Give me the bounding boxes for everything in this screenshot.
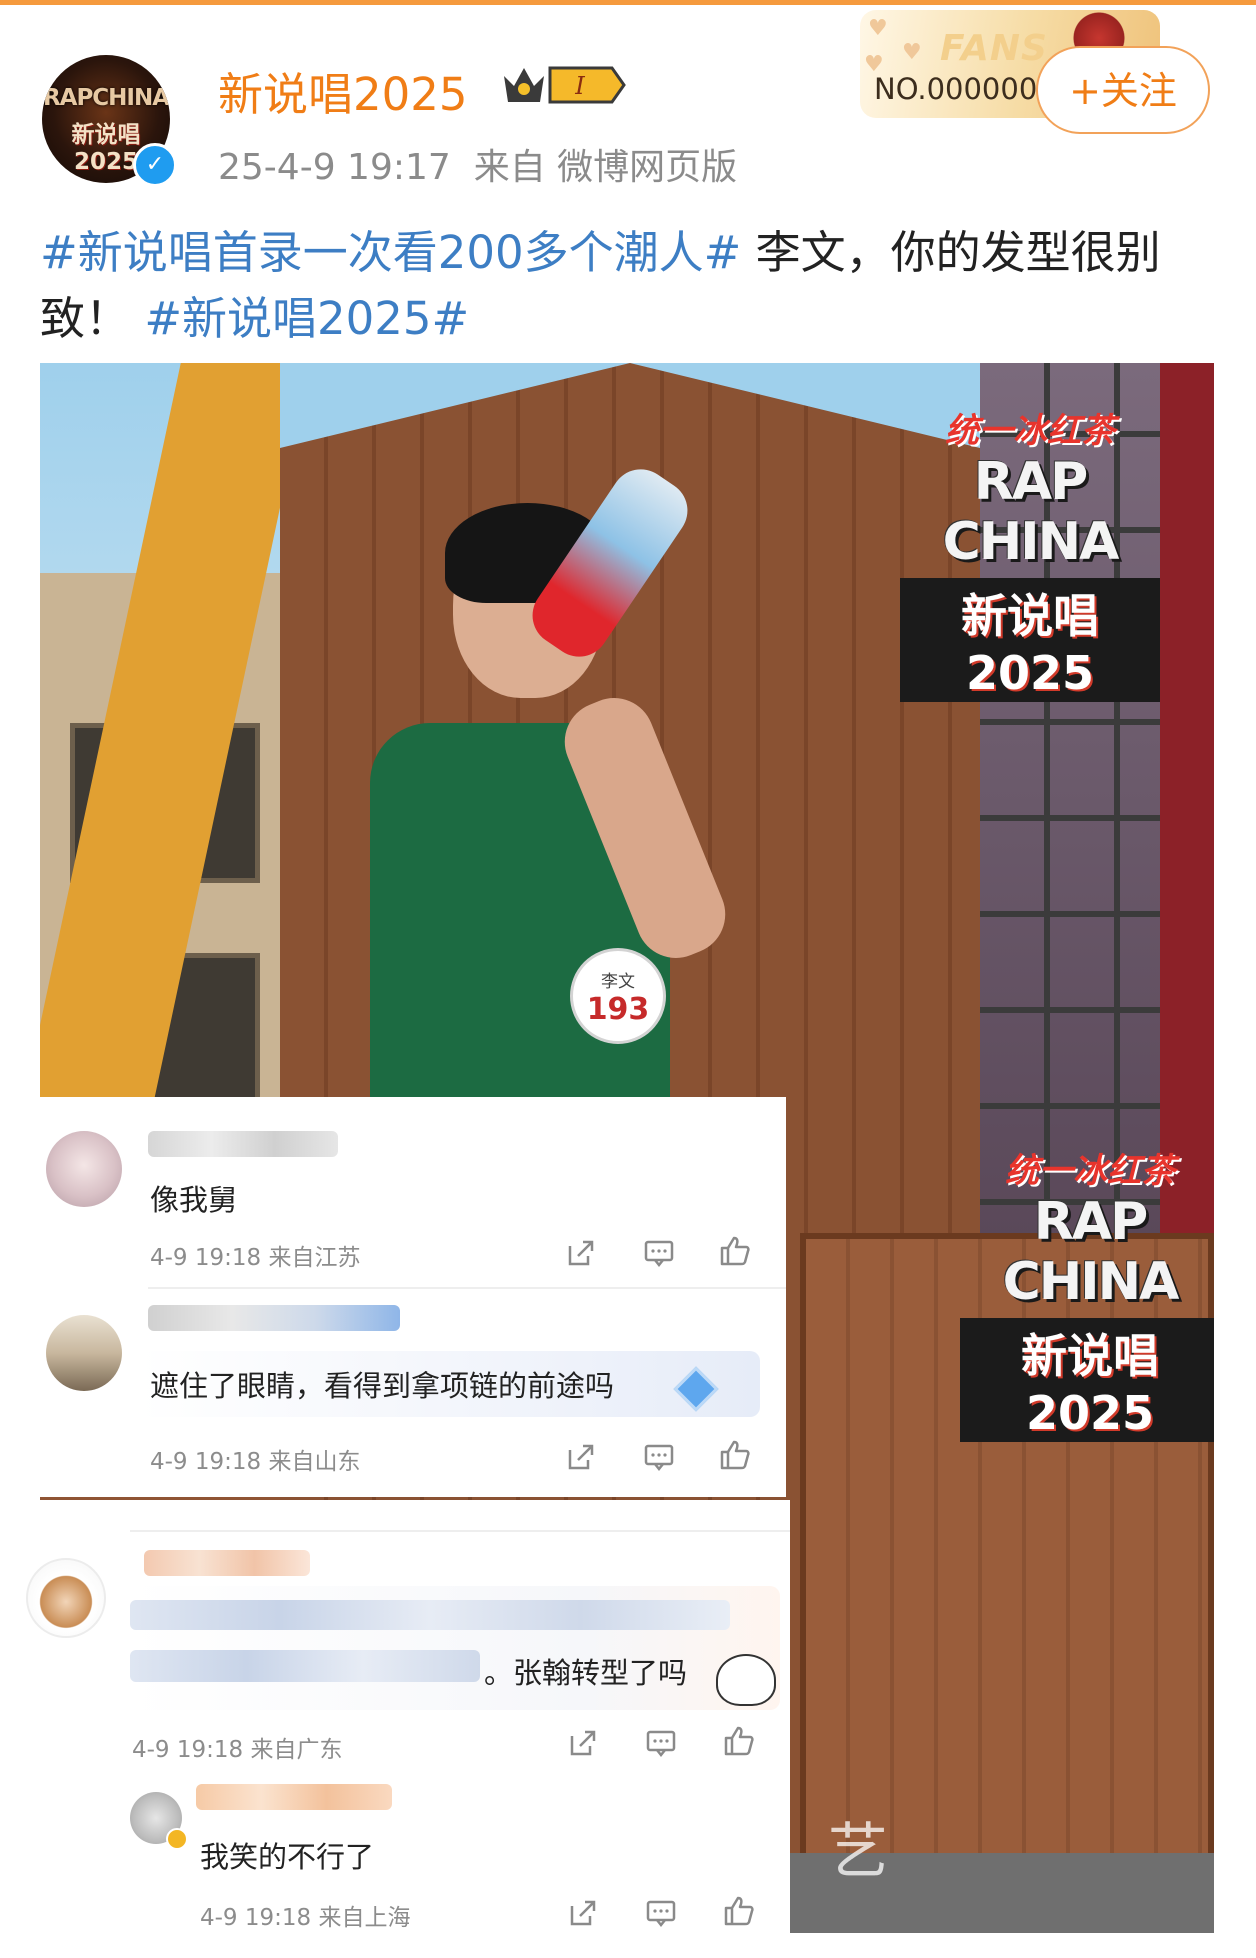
mascot-icon <box>1068 10 1130 50</box>
commenter-avatar[interactable] <box>46 1315 122 1391</box>
sponsor-logo: 统一冰红茶 <box>945 411 1115 451</box>
crown-level-text: I <box>574 72 585 100</box>
contestant-number-tag: 李文 193 <box>570 948 666 1044</box>
share-icon[interactable] <box>566 1726 600 1760</box>
sponsor-logo: 统一冰红茶 <box>1005 1151 1175 1191</box>
show-logo-cn: 新说唱2025 <box>960 1318 1214 1442</box>
comment-text: 遮住了眼睛，看得到拿项链的前途吗 <box>150 1369 615 1403</box>
comment-divider <box>130 1530 790 1532</box>
show-logo-rap: RAP CHINA <box>1002 1192 1180 1312</box>
comment-icon[interactable] <box>642 1440 676 1474</box>
avatar-logo-top: RAPCHINA <box>42 85 170 111</box>
commenter-avatar[interactable] <box>26 1558 106 1638</box>
comment-text: 我笑的不行了 <box>200 1840 375 1874</box>
commenter-name-blurred <box>144 1550 310 1576</box>
comment-time: 4-9 19:18 <box>150 1449 262 1475</box>
contestant-name: 李文 <box>601 972 635 992</box>
account-name[interactable]: 新说唱2025 <box>218 58 468 123</box>
comment-time: 4-9 19:18 <box>150 1245 262 1271</box>
post-source: 来自 微博网页版 <box>473 147 738 188</box>
hashtag-link[interactable]: #新说唱2025# <box>144 292 469 345</box>
comment-location: 来自上海 <box>318 1905 411 1931</box>
fans-label: FANS <box>940 28 1048 69</box>
heart-icon: ♥ <box>868 16 888 41</box>
post-meta: 25-4-9 19:17 来自 微博网页版 <box>218 138 737 190</box>
show-logo-rap: RAP CHINA <box>942 452 1120 572</box>
comment-text: 像我舅 <box>150 1183 238 1217</box>
comment-text-blurred <box>130 1650 480 1682</box>
show-logo: 统一冰红茶 RAP CHINA 新说唱2025 <box>900 403 1160 702</box>
comment-meta: 4-9 19:18 来自江苏 <box>150 1238 360 1272</box>
comment-time: 4-9 19:18 <box>132 1737 244 1763</box>
show-logo-cn: 新说唱2025 <box>900 578 1160 702</box>
show-logo: 统一冰红茶 RAP CHINA 新说唱2025 <box>960 1143 1214 1442</box>
commenter-name-blurred <box>196 1784 392 1810</box>
like-icon[interactable] <box>718 1438 752 1472</box>
hashtag-link[interactable]: #新说唱首录一次看200多个潮人# <box>40 226 741 279</box>
comment-text-blurred <box>130 1600 730 1630</box>
post-timestamp: 25-4-9 19:17 <box>218 147 451 188</box>
comment-screenshot-1: 像我舅 4-9 19:18 来自江苏 遮住了眼睛，看得到拿项链的前途吗 4-9 … <box>40 1097 786 1497</box>
like-icon[interactable] <box>718 1234 752 1268</box>
share-icon[interactable] <box>564 1440 598 1474</box>
comment-location: 来自山东 <box>268 1449 361 1475</box>
comment-icon[interactable] <box>644 1896 678 1930</box>
watermark-text: 艺 <box>828 1817 888 1887</box>
comment-divider <box>148 1287 786 1289</box>
verified-badge-icon <box>166 1828 188 1850</box>
comment-meta: 4-9 19:18 来自上海 <box>200 1898 410 1932</box>
fans-number: NO.000000 <box>874 72 1038 106</box>
comment-time: 4-9 19:18 <box>200 1905 312 1931</box>
comment-icon[interactable] <box>644 1726 678 1760</box>
follow-button[interactable]: +关注 <box>1036 46 1210 134</box>
comment-location: 来自广东 <box>250 1737 343 1763</box>
like-icon[interactable] <box>722 1894 756 1928</box>
contestant-number: 193 <box>586 992 650 1027</box>
share-icon[interactable] <box>564 1236 598 1270</box>
like-icon[interactable] <box>722 1724 756 1758</box>
comment-location: 来自江苏 <box>268 1245 361 1271</box>
heart-icon: ♥ <box>902 40 922 65</box>
comment-icon[interactable] <box>642 1236 676 1270</box>
comment-screenshot-2: 。张翰转型了吗 4-9 19:18 来自广东 我笑的不行了 4-9 19:18 … <box>20 1500 790 1940</box>
commenter-avatar[interactable] <box>46 1131 122 1207</box>
crown-level-badge[interactable]: I <box>500 62 628 108</box>
commenter-name-blurred <box>148 1305 400 1331</box>
comment-meta: 4-9 19:18 来自广东 <box>132 1730 342 1764</box>
comment-text: 。张翰转型了吗 <box>484 1656 688 1690</box>
comment-meta: 4-9 19:18 来自山东 <box>150 1442 360 1476</box>
verified-check-icon: ✓ <box>133 143 177 187</box>
post-text: #新说唱首录一次看200多个潮人# 李文，你的发型很别致！ #新说唱2025# <box>40 220 1220 352</box>
commenter-name-blurred <box>148 1131 338 1157</box>
top-accent-bar <box>0 0 1256 5</box>
pochacco-sticker-icon <box>716 1654 776 1706</box>
share-icon[interactable] <box>566 1896 600 1930</box>
